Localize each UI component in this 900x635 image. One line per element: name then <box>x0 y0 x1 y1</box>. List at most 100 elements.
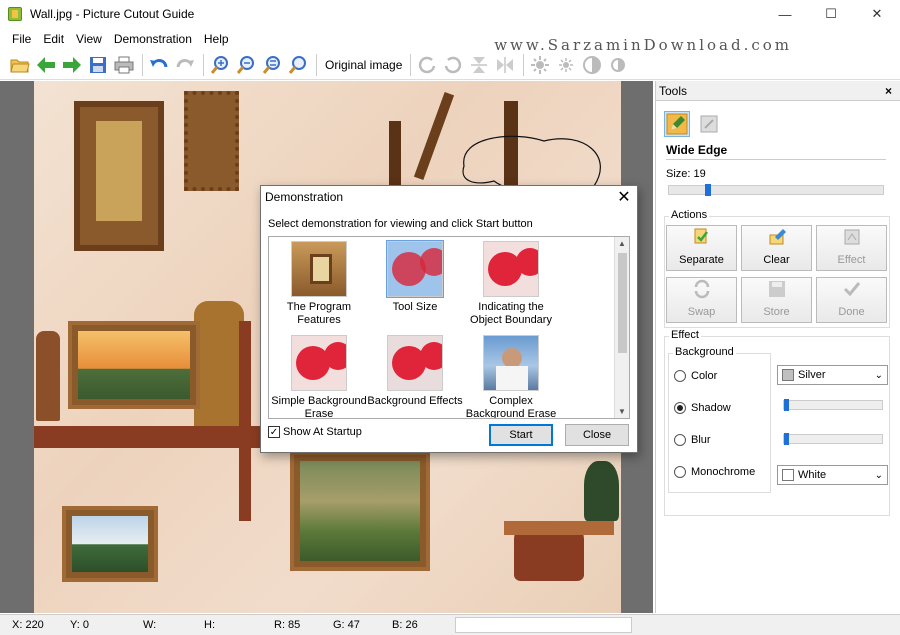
dialog-close-button[interactable]: Close <box>565 424 629 446</box>
toolbar-separator <box>203 53 204 76</box>
swap-button[interactable]: Swap <box>666 277 737 323</box>
radio-dot <box>674 402 686 414</box>
shadow-slider[interactable] <box>783 399 883 411</box>
print-icon[interactable] <box>112 53 136 77</box>
dialog-close-icon[interactable]: ✕ <box>611 187 637 207</box>
demo-list-scrollbar[interactable]: ▲ ▼ <box>614 237 629 418</box>
shelf-bracket <box>239 321 251 521</box>
contrast-down-icon[interactable] <box>606 53 630 77</box>
eraser-tool-icon[interactable] <box>696 111 722 137</box>
window-controls: — ☐ ✕ <box>762 0 900 28</box>
forward-arrow-icon[interactable] <box>60 53 84 77</box>
store-icon <box>767 279 787 304</box>
color-radio[interactable]: Color <box>674 370 717 382</box>
flip-vertical-icon[interactable] <box>467 53 491 77</box>
start-button[interactable]: Start <box>489 424 553 446</box>
status-bar: X: 220 Y: 0 W: H: R: 85 G: 47 B: 26 <box>0 614 900 635</box>
original-image-button[interactable]: Original image <box>321 58 406 72</box>
save-icon[interactable] <box>86 53 110 77</box>
status-y: Y: 0 <box>70 619 89 631</box>
dialog-title-bar: Demonstration ✕ <box>261 186 637 208</box>
menu-edit[interactable]: Edit <box>37 32 70 46</box>
demo-item-program-features[interactable]: The Program Features <box>271 241 367 327</box>
status-x: X: 220 <box>12 619 44 631</box>
vase-decoration <box>584 461 619 521</box>
back-arrow-icon[interactable] <box>34 53 58 77</box>
menu-demonstration[interactable]: Demonstration <box>108 32 198 46</box>
clear-button[interactable]: Clear <box>741 225 812 271</box>
demo-thumbnail <box>291 335 347 391</box>
brightness-down-icon[interactable] <box>554 53 578 77</box>
size-slider-thumb[interactable] <box>705 184 711 196</box>
zoom-fit-icon[interactable] <box>260 53 284 77</box>
demo-thumbnail <box>386 240 444 298</box>
checkbox-box[interactable]: ✓ <box>268 426 280 438</box>
bottle-decoration <box>194 301 244 431</box>
zoom-actual-icon[interactable] <box>286 53 310 77</box>
title-bar: Wall.jpg - Picture Cutout Guide — ☐ ✕ <box>0 0 900 28</box>
color-select[interactable]: Silver ⌄ <box>777 365 888 385</box>
hanging-frame-decoration <box>184 91 239 191</box>
lantern-light <box>96 121 142 221</box>
minimize-button[interactable]: — <box>762 0 808 28</box>
divider <box>666 159 886 160</box>
effect-button[interactable]: Effect <box>816 225 887 271</box>
done-label: Done <box>838 306 865 318</box>
demo-thumbnail <box>483 335 539 391</box>
redo-icon[interactable] <box>173 53 197 77</box>
rotate-right-icon[interactable] <box>441 53 465 77</box>
menu-file[interactable]: File <box>6 32 37 46</box>
scroll-up-icon[interactable]: ▲ <box>618 239 626 248</box>
contrast-up-icon[interactable] <box>580 53 604 77</box>
zoom-in-icon[interactable] <box>208 53 232 77</box>
blur-slider[interactable] <box>783 433 883 445</box>
pencil-tool-icon[interactable] <box>664 111 690 137</box>
blur-radio-label: Blur <box>691 434 711 446</box>
show-at-startup-checkbox[interactable]: ✓ Show At Startup <box>268 426 362 438</box>
shadow-radio[interactable]: Shadow <box>674 402 731 414</box>
toolbar-separator <box>410 53 412 76</box>
separate-button[interactable]: Separate <box>666 225 737 271</box>
scroll-down-icon[interactable]: ▼ <box>618 407 626 416</box>
bottle-decoration <box>36 331 60 421</box>
menu-view[interactable]: View <box>70 32 108 46</box>
shadow-slider-thumb[interactable] <box>784 399 789 411</box>
status-h: H: <box>204 619 215 631</box>
monochrome-select[interactable]: White ⌄ <box>777 465 888 485</box>
store-button[interactable]: Store <box>741 277 812 323</box>
rotate-left-icon[interactable] <box>415 53 439 77</box>
dialog-instruction: Select demonstration for viewing and cli… <box>268 218 533 230</box>
demo-label: Complex Background Erase <box>465 395 557 419</box>
monochrome-radio-label: Monochrome <box>691 466 756 478</box>
scroll-thumb[interactable] <box>618 253 627 353</box>
shelf-right <box>504 521 614 535</box>
maximize-button[interactable]: ☐ <box>808 0 854 28</box>
tools-panel-close-button[interactable]: × <box>885 84 892 98</box>
color-select-value: Silver <box>798 369 826 381</box>
window-title: Wall.jpg - Picture Cutout Guide <box>30 7 195 21</box>
app-icon <box>8 7 22 21</box>
demo-item-complex-background-erase[interactable]: Complex Background Erase <box>463 335 559 419</box>
brightness-up-icon[interactable] <box>528 53 552 77</box>
demo-list[interactable]: The Program Features Tool Size Indicatin… <box>268 236 630 419</box>
blur-slider-thumb[interactable] <box>784 433 789 445</box>
monochrome-radio[interactable]: Monochrome <box>674 466 755 478</box>
demo-item-background-effects[interactable]: Background Effects <box>367 335 463 408</box>
effect-group-label: Effect <box>669 329 701 341</box>
zoom-out-icon[interactable] <box>234 53 258 77</box>
flip-horizontal-icon[interactable] <box>493 53 517 77</box>
demo-label: Background Effects <box>367 395 463 407</box>
size-slider[interactable] <box>668 184 884 196</box>
blur-radio[interactable]: Blur <box>674 434 711 446</box>
demo-item-object-boundary[interactable]: Indicating the Object Boundary <box>463 241 559 327</box>
close-window-button[interactable]: ✕ <box>854 0 900 28</box>
open-folder-icon[interactable] <box>8 53 32 77</box>
status-progress-bar <box>455 617 632 633</box>
done-button[interactable]: Done <box>816 277 887 323</box>
clear-label: Clear <box>763 254 790 266</box>
demo-item-tool-size[interactable]: Tool Size <box>367 240 463 314</box>
tool-selector <box>656 101 900 137</box>
undo-icon[interactable] <box>147 53 171 77</box>
menu-help[interactable]: Help <box>198 32 235 46</box>
demo-item-simple-background-erase[interactable]: Simple Background Erase <box>271 335 367 418</box>
